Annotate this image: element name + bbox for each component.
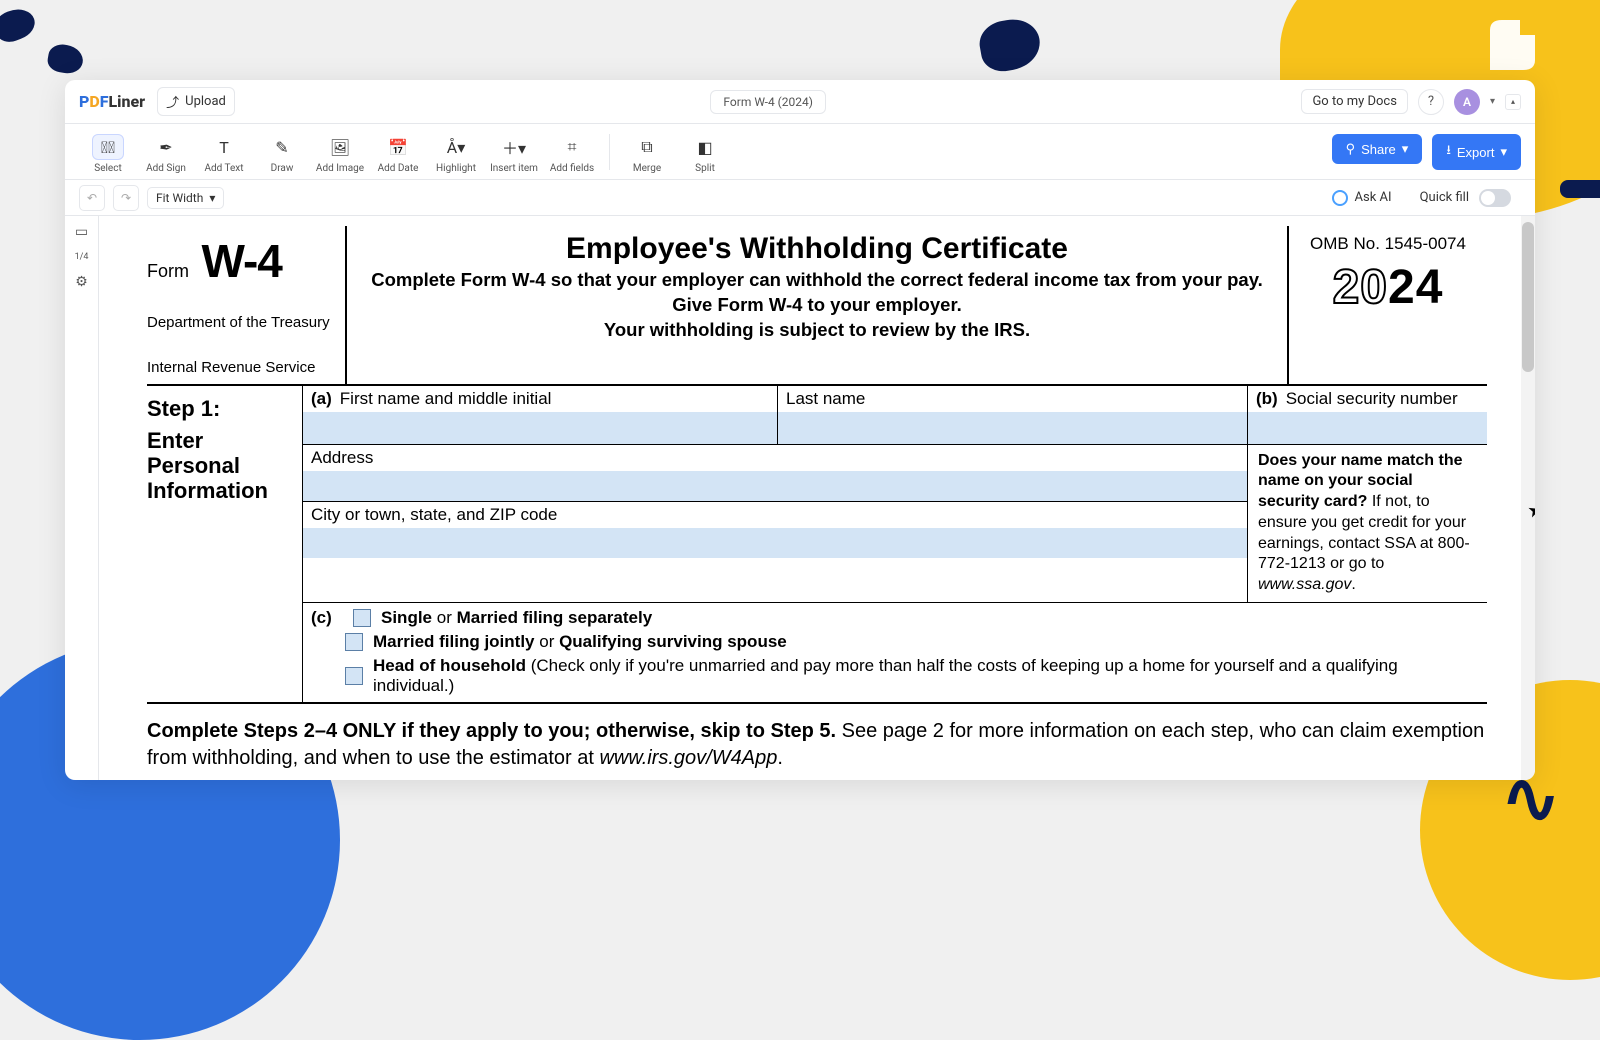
steps-instruction: Complete Steps 2–4 ONLY if they apply to…: [147, 704, 1487, 780]
share-button[interactable]: ⚲ Share ▾: [1332, 134, 1423, 164]
chevron-down-icon: ▾: [209, 191, 215, 205]
user-menu-caret[interactable]: ▾: [1490, 96, 1495, 107]
upload-icon: ⤴: [166, 92, 179, 111]
step1-subtitle: Enter Personal Information: [147, 428, 296, 504]
checkbox-head-household[interactable]: [345, 667, 363, 685]
address-field[interactable]: [303, 471, 1247, 501]
first-name-field[interactable]: [303, 412, 777, 444]
brand-logo-icon: [1480, 15, 1540, 75]
tool-add-text[interactable]: T Add Text: [195, 130, 253, 174]
form-instruction-3: Your withholding is subject to review by…: [363, 318, 1271, 343]
form-title: Employee's Withholding Certificate: [363, 232, 1271, 266]
help-button[interactable]: ?: [1418, 89, 1444, 115]
upload-label: Upload: [185, 94, 226, 109]
quick-fill-toggle[interactable]: Quick fill: [1410, 185, 1521, 211]
tool-split[interactable]: ◧ Split: [676, 130, 734, 174]
document-viewport[interactable]: ➤ Form W-4 Department of the Treasury In…: [99, 216, 1535, 780]
toolbar: ⬚⃕ Select ✒ Add Sign T Add Text ✎ Draw 🖼…: [65, 124, 1535, 180]
filing-joint-label: Married filing jointly or Qualifying sur…: [373, 632, 787, 652]
dept-line2: Internal Revenue Service: [147, 359, 339, 378]
cursor-icon: ⬚⃕: [92, 134, 124, 160]
app-logo: PDFLiner: [79, 92, 145, 111]
zoom-select[interactable]: Fit Width ▾: [147, 187, 224, 209]
chevron-down-icon: ▾: [1500, 144, 1507, 160]
app-window: PDFLiner ⤴ Upload Form W-4 (2024) Go to …: [65, 80, 1535, 780]
form-number: W-4: [201, 234, 281, 288]
tool-highlight[interactable]: Å▾ Highlight: [427, 130, 485, 174]
user-avatar[interactable]: A: [1454, 89, 1480, 115]
go-to-docs-button[interactable]: Go to my Docs: [1301, 89, 1408, 114]
highlighter-icon: Å▾: [440, 134, 472, 160]
pencil-icon: ✎: [266, 134, 298, 160]
download-icon: ⭳: [1446, 141, 1451, 163]
toggle-icon: [1479, 189, 1511, 207]
tool-add-fields[interactable]: ⌗ Add fields: [543, 130, 601, 174]
address-label: Address: [303, 445, 1247, 471]
tool-add-sign[interactable]: ✒ Add Sign: [137, 130, 195, 174]
last-name-label: Last name: [778, 386, 1247, 412]
tool-insert-item[interactable]: ＋▾ Insert item: [485, 130, 543, 174]
topbar: PDFLiner ⤴ Upload Form W-4 (2024) Go to …: [65, 80, 1535, 124]
chevron-down-icon: ▾: [1402, 141, 1409, 157]
scrollbar-thumb[interactable]: [1522, 222, 1534, 372]
scrollbar-track[interactable]: [1521, 216, 1535, 780]
calendar-icon: 📅: [382, 134, 414, 160]
left-rail: ▭ 1/4 ⚙: [65, 216, 99, 780]
tool-add-image[interactable]: 🖼 Add Image: [311, 130, 369, 174]
tool-add-date[interactable]: 📅 Add Date: [369, 130, 427, 174]
page-indicator: 1/4: [75, 252, 89, 262]
form-instruction-1: Complete Form W-4 so that your employer …: [363, 268, 1271, 293]
tool-draw[interactable]: ✎ Draw: [253, 130, 311, 174]
first-name-label: First name and middle initial: [340, 389, 552, 408]
city-label: City or town, state, and ZIP code: [303, 501, 1247, 528]
upload-button[interactable]: ⤴ Upload: [157, 87, 235, 116]
ai-icon: [1332, 190, 1348, 206]
merge-icon: ⧉: [631, 134, 663, 160]
form-instruction-2: Give Form W-4 to your employer.: [363, 293, 1271, 318]
subbar: ↶ ↷ Fit Width ▾ Ask AI Quick fill: [65, 180, 1535, 216]
plus-icon: ＋▾: [498, 134, 530, 160]
ask-ai-button[interactable]: Ask AI: [1322, 186, 1402, 210]
share-icon: ⚲: [1346, 141, 1356, 157]
tool-merge[interactable]: ⧉ Merge: [618, 130, 676, 174]
redo-button[interactable]: ↷: [113, 185, 139, 211]
text-icon: T: [208, 134, 240, 160]
filing-hoh-label: Head of household (Check only if you're …: [373, 656, 1479, 696]
city-field[interactable]: [303, 528, 1247, 558]
document-name[interactable]: Form W-4 (2024): [710, 90, 826, 114]
last-name-field[interactable]: [778, 412, 1247, 444]
collapse-button[interactable]: ▴: [1505, 94, 1521, 110]
filing-single-label: Single or Married filing separately: [381, 608, 652, 628]
fields-icon: ⌗: [556, 134, 588, 160]
form-word: Form: [147, 261, 189, 282]
split-icon: ◧: [689, 134, 721, 160]
ssn-field[interactable]: [1248, 412, 1487, 444]
checkbox-single[interactable]: [353, 609, 371, 627]
undo-button[interactable]: ↶: [79, 185, 105, 211]
form-page: Form W-4 Department of the Treasury Inte…: [147, 226, 1487, 780]
ssn-label: Social security number: [1286, 389, 1458, 408]
page-thumb-icon[interactable]: ▭: [75, 224, 88, 240]
form-year: 2024: [1293, 260, 1483, 315]
dept-line1: Department of the Treasury: [147, 314, 339, 333]
omb-number: OMB No. 1545-0074: [1293, 234, 1483, 254]
step1-title: Step 1:: [147, 396, 296, 422]
checkbox-married-joint[interactable]: [345, 633, 363, 651]
signature-icon: ✒: [150, 134, 182, 160]
ssn-question: Does your name match the name on your so…: [1247, 445, 1487, 603]
export-button[interactable]: ⭳ Export ▾: [1432, 134, 1521, 170]
image-icon: 🖼: [324, 134, 356, 160]
settings-icon[interactable]: ⚙: [75, 274, 88, 290]
tool-select[interactable]: ⬚⃕ Select: [79, 130, 137, 174]
